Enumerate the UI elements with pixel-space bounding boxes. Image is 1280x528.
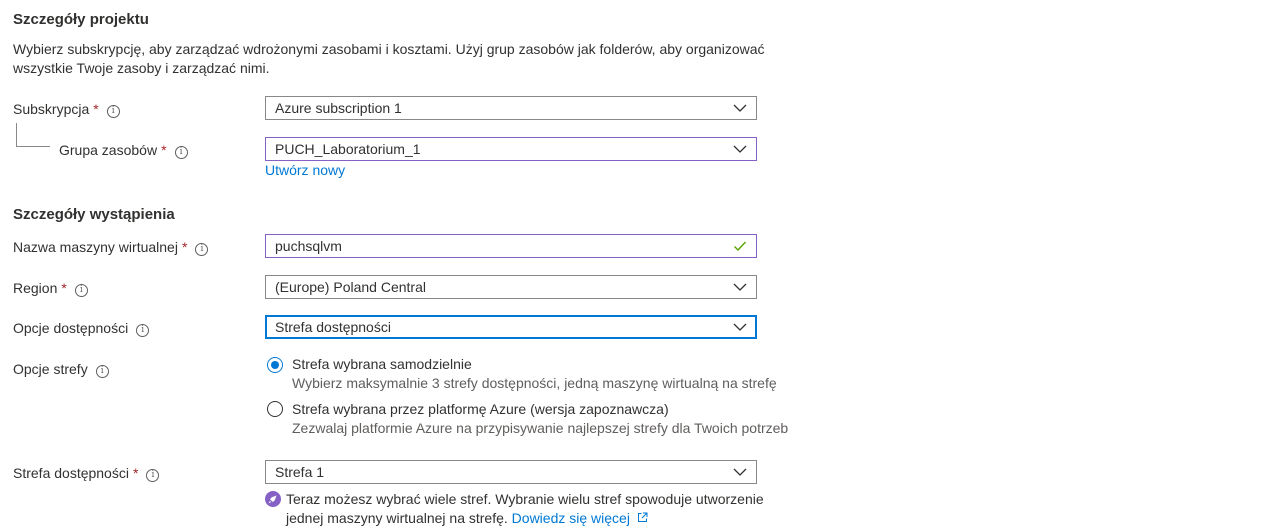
required-marker: * [132, 465, 139, 481]
subscription-label-row: Subskrypcja * i [13, 99, 120, 119]
multi-zone-info-message: Teraz możesz wybrać wiele stref. Wybrani… [286, 490, 764, 528]
info-icon[interactable]: i [95, 365, 109, 378]
info-icon[interactable]: i [106, 105, 120, 118]
chevron-down-icon [733, 145, 747, 153]
info-icon[interactable]: i [195, 243, 209, 256]
required-marker: * [93, 101, 99, 117]
zone-options-label-row: Opcje strefy i [13, 359, 109, 379]
availability-options-label-row: Opcje dostępności i [13, 318, 150, 338]
resource-group-dropdown[interactable]: PUCH_Laboratorium_1 [265, 137, 757, 161]
radio-button-azure-selected-zone[interactable] [267, 401, 283, 417]
project-details-description: Wybierz subskrypcję, aby zarządzać wdroż… [13, 40, 773, 78]
availability-zone-value: Strefa 1 [275, 464, 325, 480]
description-line-2: wszystkie Twoje zasoby i zarządzać nimi. [13, 60, 270, 76]
required-marker: * [181, 239, 188, 255]
region-label-row: Region * i [13, 278, 88, 298]
info-icon[interactable]: i [74, 284, 88, 297]
zone-options-label: Opcje strefy [13, 361, 88, 377]
region-label: Region [13, 280, 58, 296]
zone-option-azure-description: Zezwalaj platformie Azure na przypisywan… [292, 420, 789, 436]
availability-zone-label-row: Strefa dostępności * i [13, 463, 160, 483]
info-line-2-text: jednej maszyny wirtualnej na strefę. [286, 510, 508, 526]
project-details-heading: Szczegóły projektu [13, 11, 149, 28]
info-icon[interactable]: i [146, 469, 160, 482]
resource-group-value: PUCH_Laboratorium_1 [275, 141, 421, 157]
required-marker: * [61, 280, 67, 296]
required-marker: * [161, 142, 167, 158]
chevron-down-icon [733, 104, 747, 112]
info-icon[interactable]: i [174, 146, 188, 159]
vm-name-value: puchsqlvm [275, 238, 342, 254]
info-icon[interactable]: i [136, 324, 150, 337]
resource-group-label-row: Grupa zasobów * i [59, 140, 188, 160]
availability-options-value: Strefa dostępności [275, 319, 391, 335]
chevron-down-icon [733, 323, 747, 331]
vm-name-label-row: Nazwa maszyny wirtualnej * i [13, 237, 209, 257]
vm-name-label: Nazwa maszyny wirtualnej [13, 239, 178, 255]
vm-name-input[interactable]: puchsqlvm [265, 234, 757, 258]
info-line-1: Teraz możesz wybrać wiele stref. Wybrani… [286, 491, 764, 507]
radio-button-self-selected-zone[interactable] [267, 357, 283, 373]
availability-options-dropdown[interactable]: Strefa dostępności [265, 315, 757, 339]
subscription-dropdown[interactable]: Azure subscription 1 [265, 96, 757, 120]
tree-connector [16, 123, 50, 147]
create-new-link[interactable]: Utwórz nowy [265, 162, 345, 178]
description-line-1: Wybierz subskrypcję, aby zarządzać wdroż… [13, 41, 765, 57]
info-line-2: jednej maszyny wirtualnej na strefę. Dow… [286, 509, 764, 528]
learn-more-link[interactable]: Dowiedz się więcej [512, 510, 648, 526]
zone-option-self-description: Wybierz maksymalnie 3 strefy dostępności… [292, 375, 777, 391]
checkmark-icon [734, 241, 747, 252]
region-dropdown[interactable]: (Europe) Poland Central [265, 275, 757, 299]
availability-zone-label: Strefa dostępności [13, 465, 129, 481]
subscription-value: Azure subscription 1 [275, 100, 402, 116]
subscription-label: Subskrypcja [13, 101, 90, 117]
zone-option-self-title[interactable]: Strefa wybrana samodzielnie [292, 356, 472, 372]
instance-details-heading: Szczegóły wystąpienia [13, 206, 175, 223]
availability-zone-dropdown[interactable]: Strefa 1 [265, 460, 757, 484]
resource-group-label: Grupa zasobów [59, 142, 158, 158]
chevron-down-icon [733, 468, 747, 476]
region-value: (Europe) Poland Central [275, 279, 426, 295]
availability-options-label: Opcje dostępności [13, 320, 129, 336]
chevron-down-icon [733, 283, 747, 291]
external-link-icon[interactable] [637, 512, 648, 523]
learn-more-text[interactable]: Dowiedz się więcej [512, 510, 630, 526]
zone-option-azure-title[interactable]: Strefa wybrana przez platformę Azure (we… [292, 401, 669, 417]
rocket-icon [265, 491, 281, 507]
